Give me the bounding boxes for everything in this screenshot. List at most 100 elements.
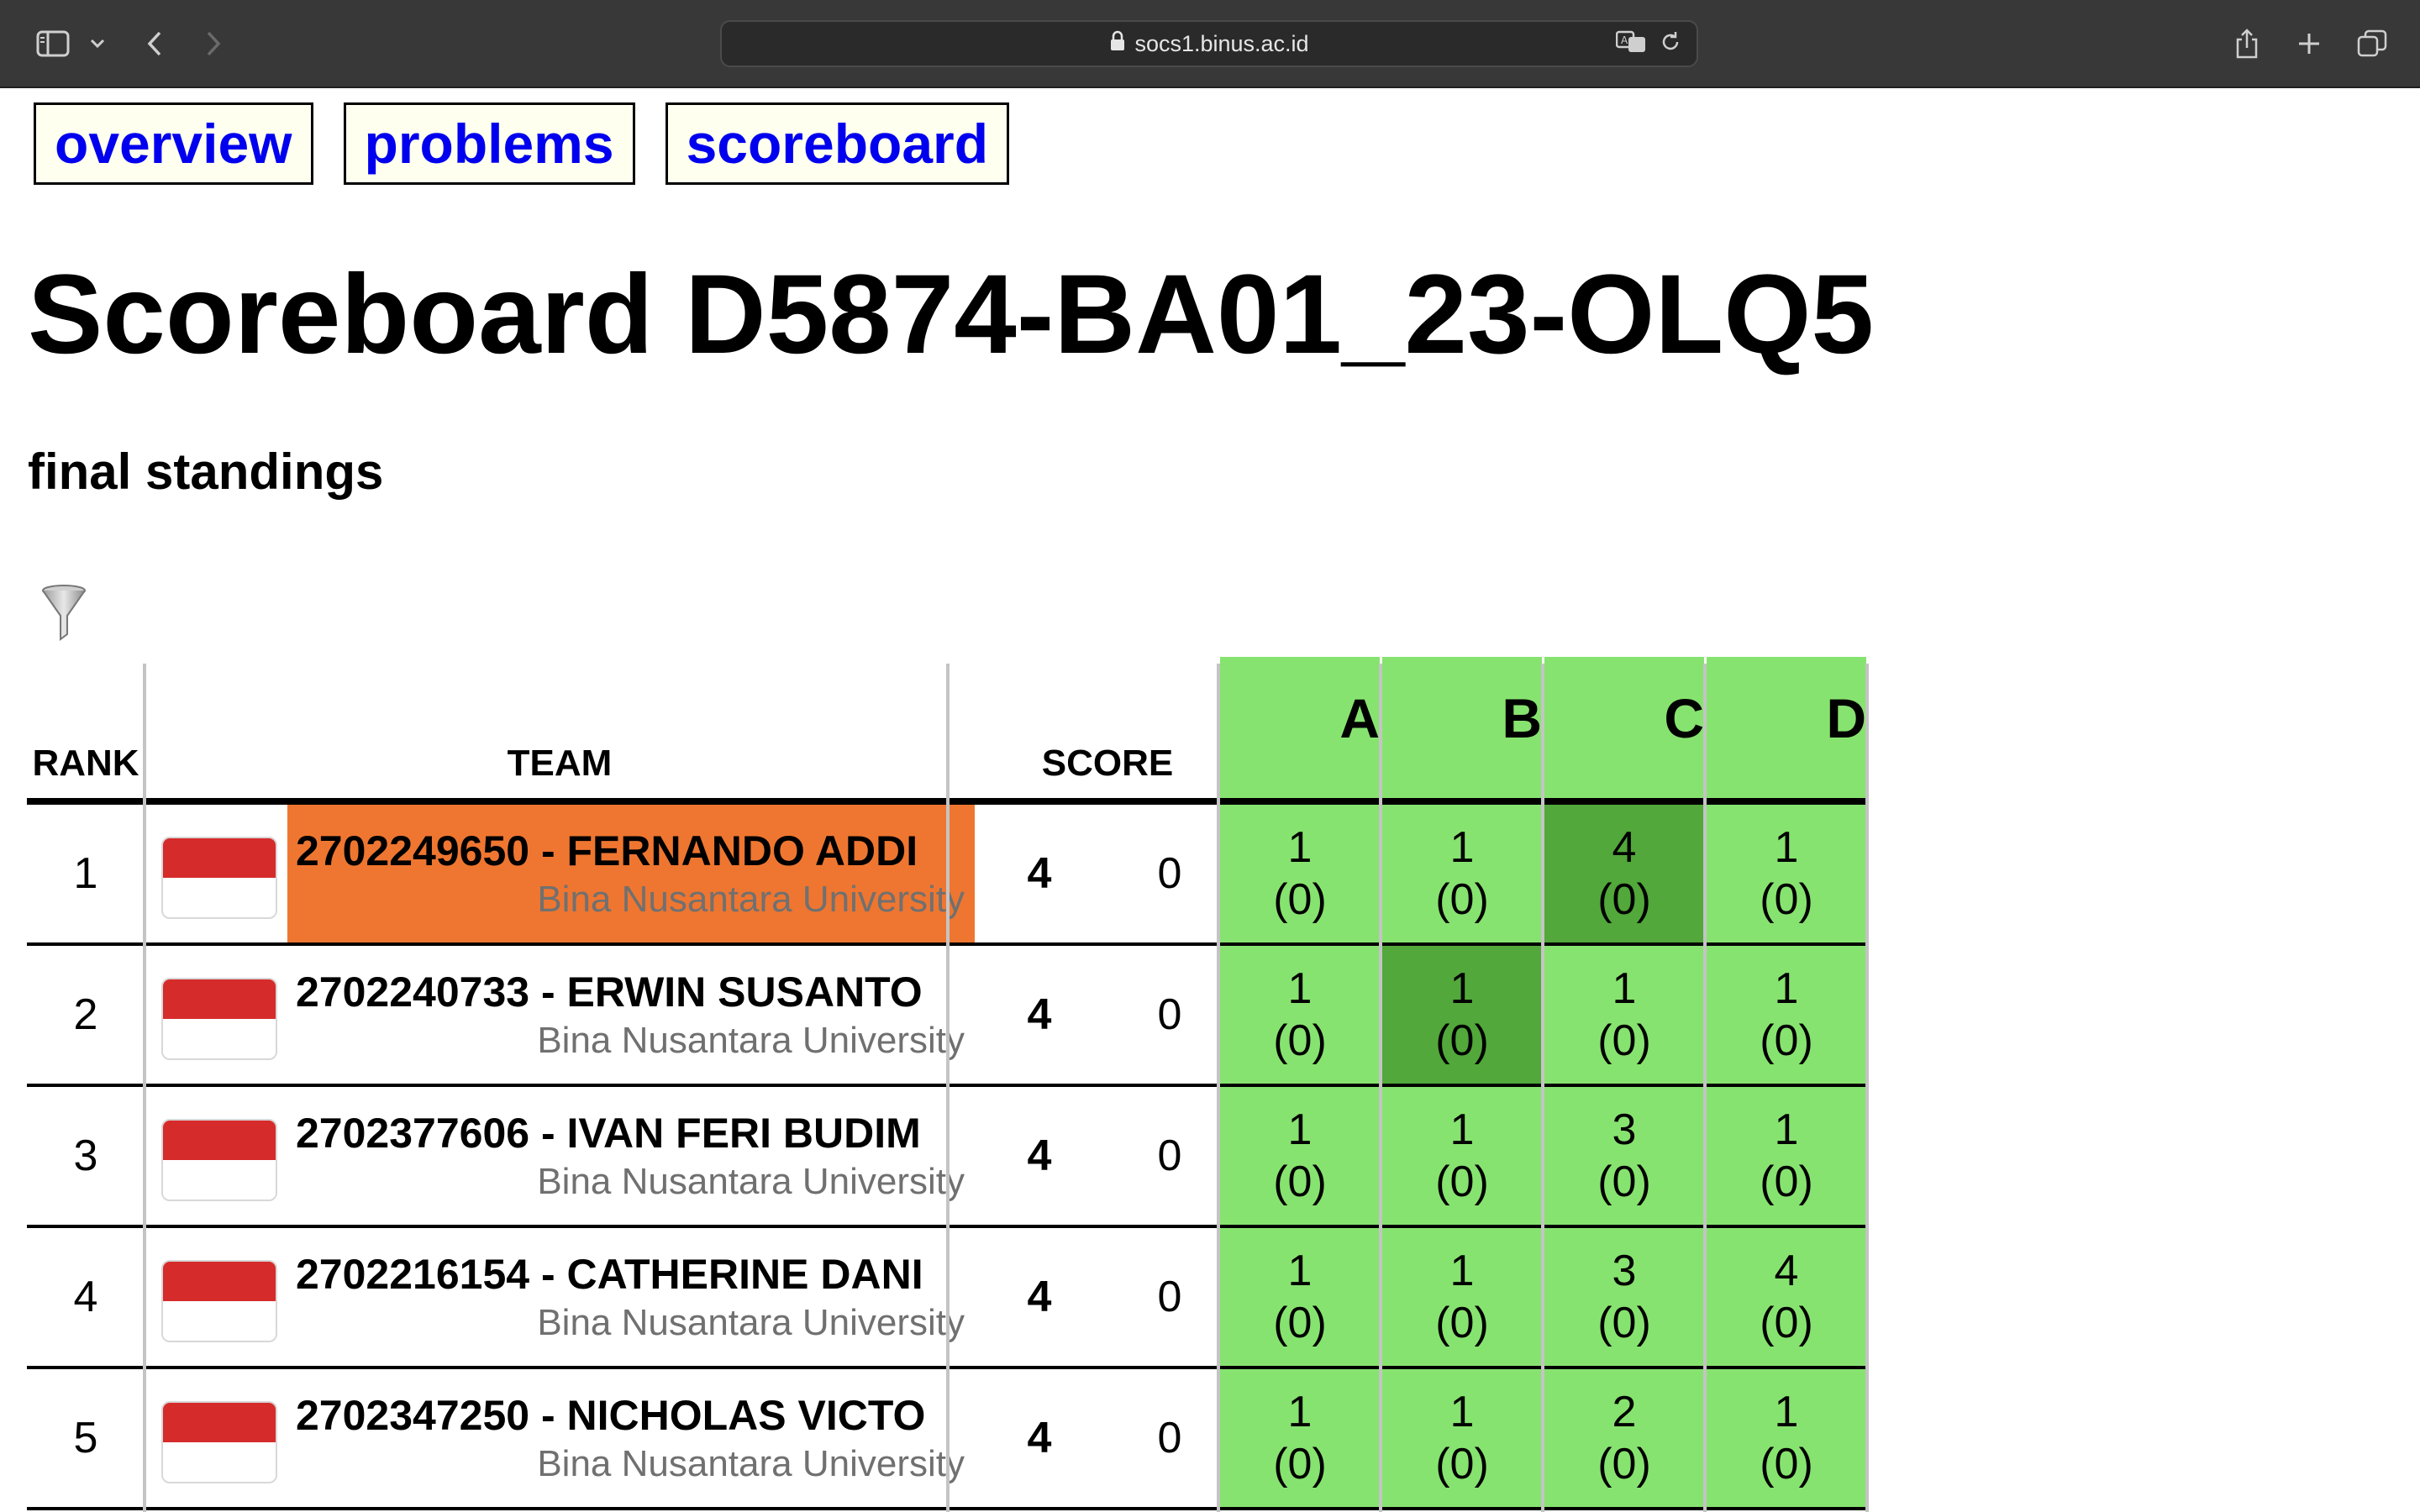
team-name: 2702216154 - CATHERINE DANI: [296, 1251, 923, 1298]
team-cell[interactable]: 2702216154 - CATHERINE DANI Bina Nusantar…: [287, 1228, 975, 1366]
column-divider: [143, 664, 146, 1512]
team-affiliation: Bina Nusantara University: [537, 1161, 965, 1202]
team-name: 2702347250 - NICHOLAS VICTO: [296, 1392, 926, 1439]
tries-count: 1: [1449, 823, 1475, 872]
penalty-cell: 0: [1157, 1414, 1182, 1462]
problem-cell[interactable]: 1 (0): [1220, 946, 1380, 1084]
penalty-cell: 0: [1157, 990, 1182, 1039]
penalty-time: (0): [1273, 1158, 1327, 1206]
page-subtitle: final standings: [28, 444, 384, 500]
penalty-time: (0): [1273, 1299, 1327, 1347]
column-divider: [1703, 664, 1707, 1512]
problem-cell[interactable]: 1 (0): [1707, 1369, 1866, 1507]
address-bar[interactable]: socs1.binus.ac.id A: [720, 20, 1698, 67]
tries-count: 1: [1774, 1105, 1799, 1154]
problem-cell[interactable]: 1 (0): [1220, 805, 1380, 942]
header-problem-b[interactable]: B: [1382, 657, 1542, 798]
problem-cell[interactable]: 4 (0): [1544, 805, 1704, 942]
tries-count: 1: [1449, 1388, 1475, 1436]
team-cell[interactable]: 2702240733 - ERWIN SUSANTO Bina Nusantara…: [287, 946, 975, 1084]
penalty-cell: 0: [1157, 1131, 1182, 1180]
problem-cell[interactable]: 1 (0): [1382, 946, 1542, 1084]
team-cell[interactable]: 2702377606 - IVAN FERI BUDIM Bina Nusanta…: [287, 1087, 975, 1225]
column-divider: [1217, 664, 1220, 1512]
penalty-cell: 0: [1157, 849, 1182, 898]
problem-cell[interactable]: 2 (0): [1544, 1369, 1704, 1507]
team-name: 2702240733 - ERWIN SUSANTO: [296, 969, 923, 1016]
column-divider: [946, 664, 950, 1512]
tries-count: 1: [1287, 1105, 1313, 1154]
rank-cell: 2: [73, 990, 98, 1039]
flag-icon: [161, 978, 277, 1060]
header-problem-c[interactable]: C: [1544, 657, 1704, 798]
problem-cell[interactable]: 1 (0): [1544, 946, 1704, 1084]
flag-icon: [161, 1260, 277, 1342]
penalty-time: (0): [1760, 1299, 1813, 1347]
problem-cell[interactable]: 1 (0): [1220, 1228, 1380, 1366]
penalty-time: (0): [1273, 875, 1327, 924]
header-problem-a[interactable]: A: [1220, 657, 1380, 798]
problem-cell[interactable]: 3 (0): [1544, 1087, 1704, 1225]
tries-count: 1: [1449, 1247, 1475, 1295]
tries-count: 1: [1287, 823, 1313, 872]
tries-count: 1: [1774, 1388, 1799, 1436]
flag-icon: [161, 1119, 277, 1201]
address-url: socs1.binus.ac.id: [1134, 30, 1309, 56]
rank-cell: 4: [73, 1273, 98, 1321]
chevron-down-icon[interactable]: [86, 24, 109, 64]
penalty-time: (0): [1760, 1016, 1813, 1065]
forward-icon[interactable]: [198, 24, 229, 64]
team-name: 2702377606 - IVAN FERI BUDIM: [296, 1110, 921, 1157]
tries-count: 1: [1287, 964, 1313, 1013]
rank-cell: 5: [73, 1414, 98, 1462]
flag-icon: [161, 1401, 277, 1483]
share-icon[interactable]: [2230, 24, 2264, 64]
penalty-time: (0): [1597, 875, 1651, 924]
tabs-overview-icon[interactable]: [2354, 24, 2390, 64]
new-tab-icon[interactable]: [2292, 24, 2326, 64]
problem-cell[interactable]: 1 (0): [1707, 946, 1866, 1084]
penalty-time: (0): [1435, 1299, 1489, 1347]
problem-cell[interactable]: 1 (0): [1220, 1369, 1380, 1507]
team-cell[interactable]: 2702249650 - FERNANDO ADDI Bina Nusantara…: [287, 805, 975, 942]
problem-cell[interactable]: 1 (0): [1382, 1087, 1542, 1225]
problem-cell[interactable]: 1 (0): [1382, 1369, 1542, 1507]
team-cell[interactable]: 2702347250 - NICHOLAS VICTO Bina Nusantar…: [287, 1369, 975, 1507]
nav-overview-link[interactable]: overview: [34, 102, 313, 185]
nav-problems-link[interactable]: problems: [343, 102, 635, 185]
header-team: TEAM: [507, 743, 613, 784]
reload-icon[interactable]: [1660, 30, 1681, 58]
nav-scoreboard-link[interactable]: scoreboard: [665, 102, 1010, 185]
scoreboard-table: RANK TEAM SCORE A B C D 1 2702249650 - FE…: [27, 657, 1869, 1512]
problem-cell[interactable]: 1 (0): [1707, 805, 1866, 942]
penalty-time: (0): [1273, 1016, 1327, 1065]
problem-cell[interactable]: 1 (0): [1382, 1228, 1542, 1366]
filter-icon[interactable]: [40, 584, 87, 644]
problem-cell[interactable]: 1 (0): [1707, 1087, 1866, 1225]
svg-text:A: A: [1621, 34, 1628, 46]
lock-icon: [1109, 30, 1126, 58]
problem-cell[interactable]: 4 (0): [1707, 1228, 1866, 1366]
tries-count: 1: [1774, 964, 1799, 1013]
penalty-time: (0): [1435, 875, 1489, 924]
problem-cell[interactable]: 1 (0): [1220, 1087, 1380, 1225]
tries-count: 1: [1449, 1105, 1475, 1154]
back-icon[interactable]: [139, 24, 170, 64]
sidebar-icon[interactable]: [32, 24, 74, 64]
column-divider: [1541, 664, 1544, 1512]
penalty-time: (0): [1760, 875, 1813, 924]
points-cell: 4: [1027, 990, 1052, 1039]
penalty-time: (0): [1597, 1016, 1651, 1065]
browser-toolbar: socs1.binus.ac.id A: [0, 0, 2420, 88]
team-name: 2702249650 - FERNANDO ADDI: [296, 827, 918, 874]
team-affiliation: Bina Nusantara University: [537, 1443, 965, 1484]
points-cell: 4: [1027, 849, 1052, 898]
team-affiliation: Bina Nusantara University: [537, 879, 965, 920]
header-rank: RANK: [32, 743, 139, 784]
rank-cell: 1: [73, 849, 98, 898]
translate-icon[interactable]: A: [1615, 30, 1648, 58]
header-problem-d[interactable]: D: [1707, 657, 1866, 798]
problem-cell[interactable]: 3 (0): [1544, 1228, 1704, 1366]
problem-cell[interactable]: 1 (0): [1382, 805, 1542, 942]
points-cell: 4: [1027, 1273, 1052, 1321]
